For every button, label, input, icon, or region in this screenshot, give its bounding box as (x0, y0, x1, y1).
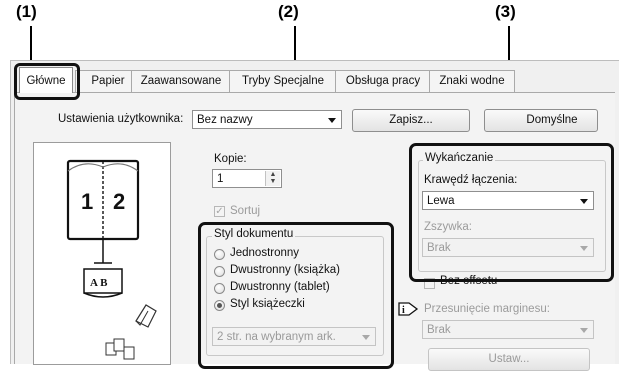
user-settings-value: Bez nazwy (197, 114, 253, 126)
tab-advanced[interactable]: Zaawansowane (131, 70, 231, 92)
document-style-highlight (198, 222, 394, 369)
tab-job-handling[interactable]: Obsługa pracy (335, 70, 431, 92)
tab-watermarks[interactable]: Znaki wodne (429, 70, 515, 92)
user-settings-select[interactable]: Bez nazwy (192, 110, 342, 129)
svg-text:i: i (402, 305, 405, 316)
collate-label: Sortuj (230, 205, 261, 217)
tab-main-highlight (14, 63, 80, 100)
spin-arrows-icon[interactable]: ▲ ▼ (265, 171, 280, 186)
margin-settings-button[interactable]: Ustaw... (428, 348, 590, 371)
save-button[interactable]: Zapisz... (352, 109, 470, 132)
preview-page-right: 2 (113, 189, 125, 214)
finishing-highlight (409, 143, 614, 282)
user-settings-label: Ustawienia użytkownika: (58, 113, 184, 125)
preview-page-left: 1 (81, 189, 93, 214)
callout-1: (1) (16, 2, 37, 21)
callout-3: (3) (495, 2, 516, 21)
margin-shift-label: Przesunięcie marginesu: (424, 303, 550, 315)
tab-special-modes[interactable]: Tryby Specjalne (229, 70, 337, 92)
copies-value: 1 (217, 173, 224, 185)
tab-paper[interactable]: Papier (75, 70, 133, 92)
booklet-preview-illustration: 1 2 A B (66, 159, 157, 360)
collate-checkbox[interactable]: ✓ (214, 206, 225, 217)
margin-shift-select[interactable]: Brak (422, 320, 594, 339)
default-button[interactable]: Domyślne (484, 109, 598, 132)
margin-shift-value: Brak (427, 324, 451, 336)
preview-book-glyph: A B (90, 277, 108, 289)
info-arrow-icon: i (398, 302, 419, 316)
print-preview: 1 2 A B (33, 142, 171, 365)
copies-label: Kopie: (214, 153, 247, 165)
chevron-down-icon (580, 328, 588, 333)
copies-spinbox[interactable]: 1 ▲ ▼ (212, 169, 282, 188)
chevron-down-icon (328, 118, 336, 123)
callout-2: (2) (278, 2, 299, 21)
